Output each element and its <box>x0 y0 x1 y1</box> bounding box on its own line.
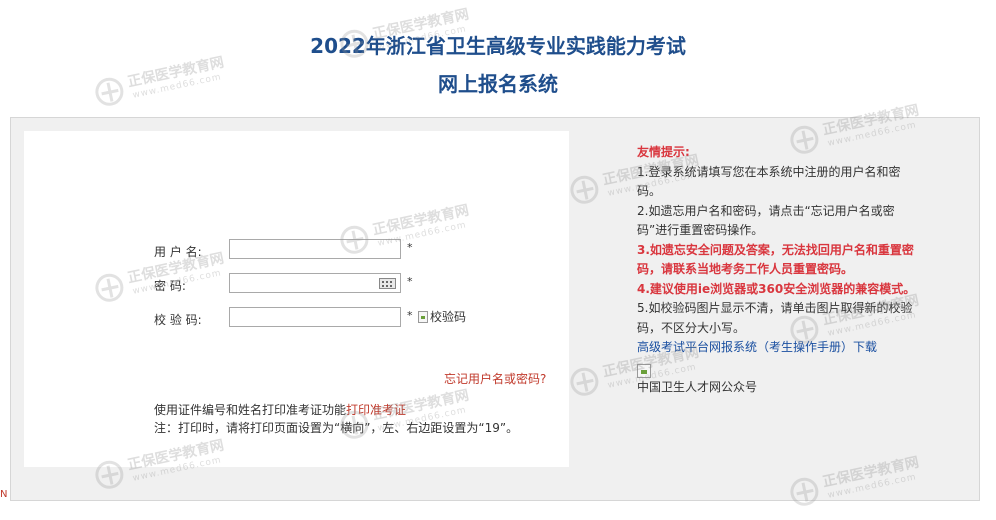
username-label: 用 户 名: <box>154 245 202 259</box>
username-input[interactable] <box>229 239 401 259</box>
wechat-caption: 中国卫生人才网公众号 <box>637 379 758 394</box>
captcha-image[interactable]: 校验码 <box>418 308 466 325</box>
captcha-alt-text: 校验码 <box>430 310 467 324</box>
tip-item-5: 5.如校验码图片显示不清，请单击图片取得新的校验码，不区分大小写。 <box>637 301 913 335</box>
username-row: 用 户 名: * <box>24 239 569 263</box>
login-form: 用 户 名: * 密 码: * 校 验 码: * 校验码 忘记用户名或密码? 使… <box>24 131 569 467</box>
print-text: 使用证件编号和姓名打印准考证功能 <box>154 403 347 417</box>
print-admission-line: 使用证件编号和姓名打印准考证功能打印准考证 <box>154 401 406 418</box>
forgot-password-link[interactable]: 忘记用户名或密码? <box>444 370 546 387</box>
required-mark: * <box>407 309 413 322</box>
broken-image-icon <box>418 310 428 323</box>
captcha-row: 校 验 码: * 校验码 <box>24 307 569 331</box>
password-row: 密 码: * <box>24 273 569 297</box>
tip-item-3: 3.如遗忘安全问题及答案，无法找回用户名和重置密码，请联系当地考务工作人员重置密… <box>637 242 914 277</box>
page-header: 2022年浙江省卫生高级专业实践能力考试 网上报名系统 <box>0 0 996 115</box>
print-admission-link[interactable]: 打印准考证 <box>346 403 406 417</box>
wechat-qr-image <box>637 363 651 378</box>
tip-item-4: 4.建议使用ie浏览器或360安全浏览器的兼容模式。 <box>637 281 916 296</box>
page-subtitle: 网上报名系统 <box>438 72 558 96</box>
keyboard-icon[interactable] <box>379 278 396 289</box>
required-mark: * <box>407 241 413 254</box>
print-note: 注：打印时，请将打印页面设置为“横向”，左、右边距设置为“19”。 <box>154 421 519 435</box>
password-label: 密 码: <box>154 279 186 293</box>
password-input[interactable] <box>229 273 401 293</box>
corner-text: N <box>0 489 8 500</box>
captcha-label: 校 验 码: <box>154 313 202 327</box>
tip-item-2: 2.如遗忘用户名和密码，请点击“忘记用户名或密码”进行重置密码操作。 <box>637 203 895 238</box>
tips-panel: 友情提示: 1.登录系统请填写您在本系统中注册的用户名和密码。 2.如遗忘用户名… <box>637 143 922 397</box>
required-mark: * <box>407 275 413 288</box>
manual-download-link[interactable]: 高级考试平台网报系统（考生操作手册）下载 <box>637 338 922 358</box>
captcha-input[interactable] <box>229 307 401 327</box>
tip-item-1: 1.登录系统请填写您在本系统中注册的用户名和密码。 <box>637 164 901 199</box>
tips-heading: 友情提示: <box>637 145 690 159</box>
page-title: 2022年浙江省卫生高级专业实践能力考试 <box>310 34 686 58</box>
